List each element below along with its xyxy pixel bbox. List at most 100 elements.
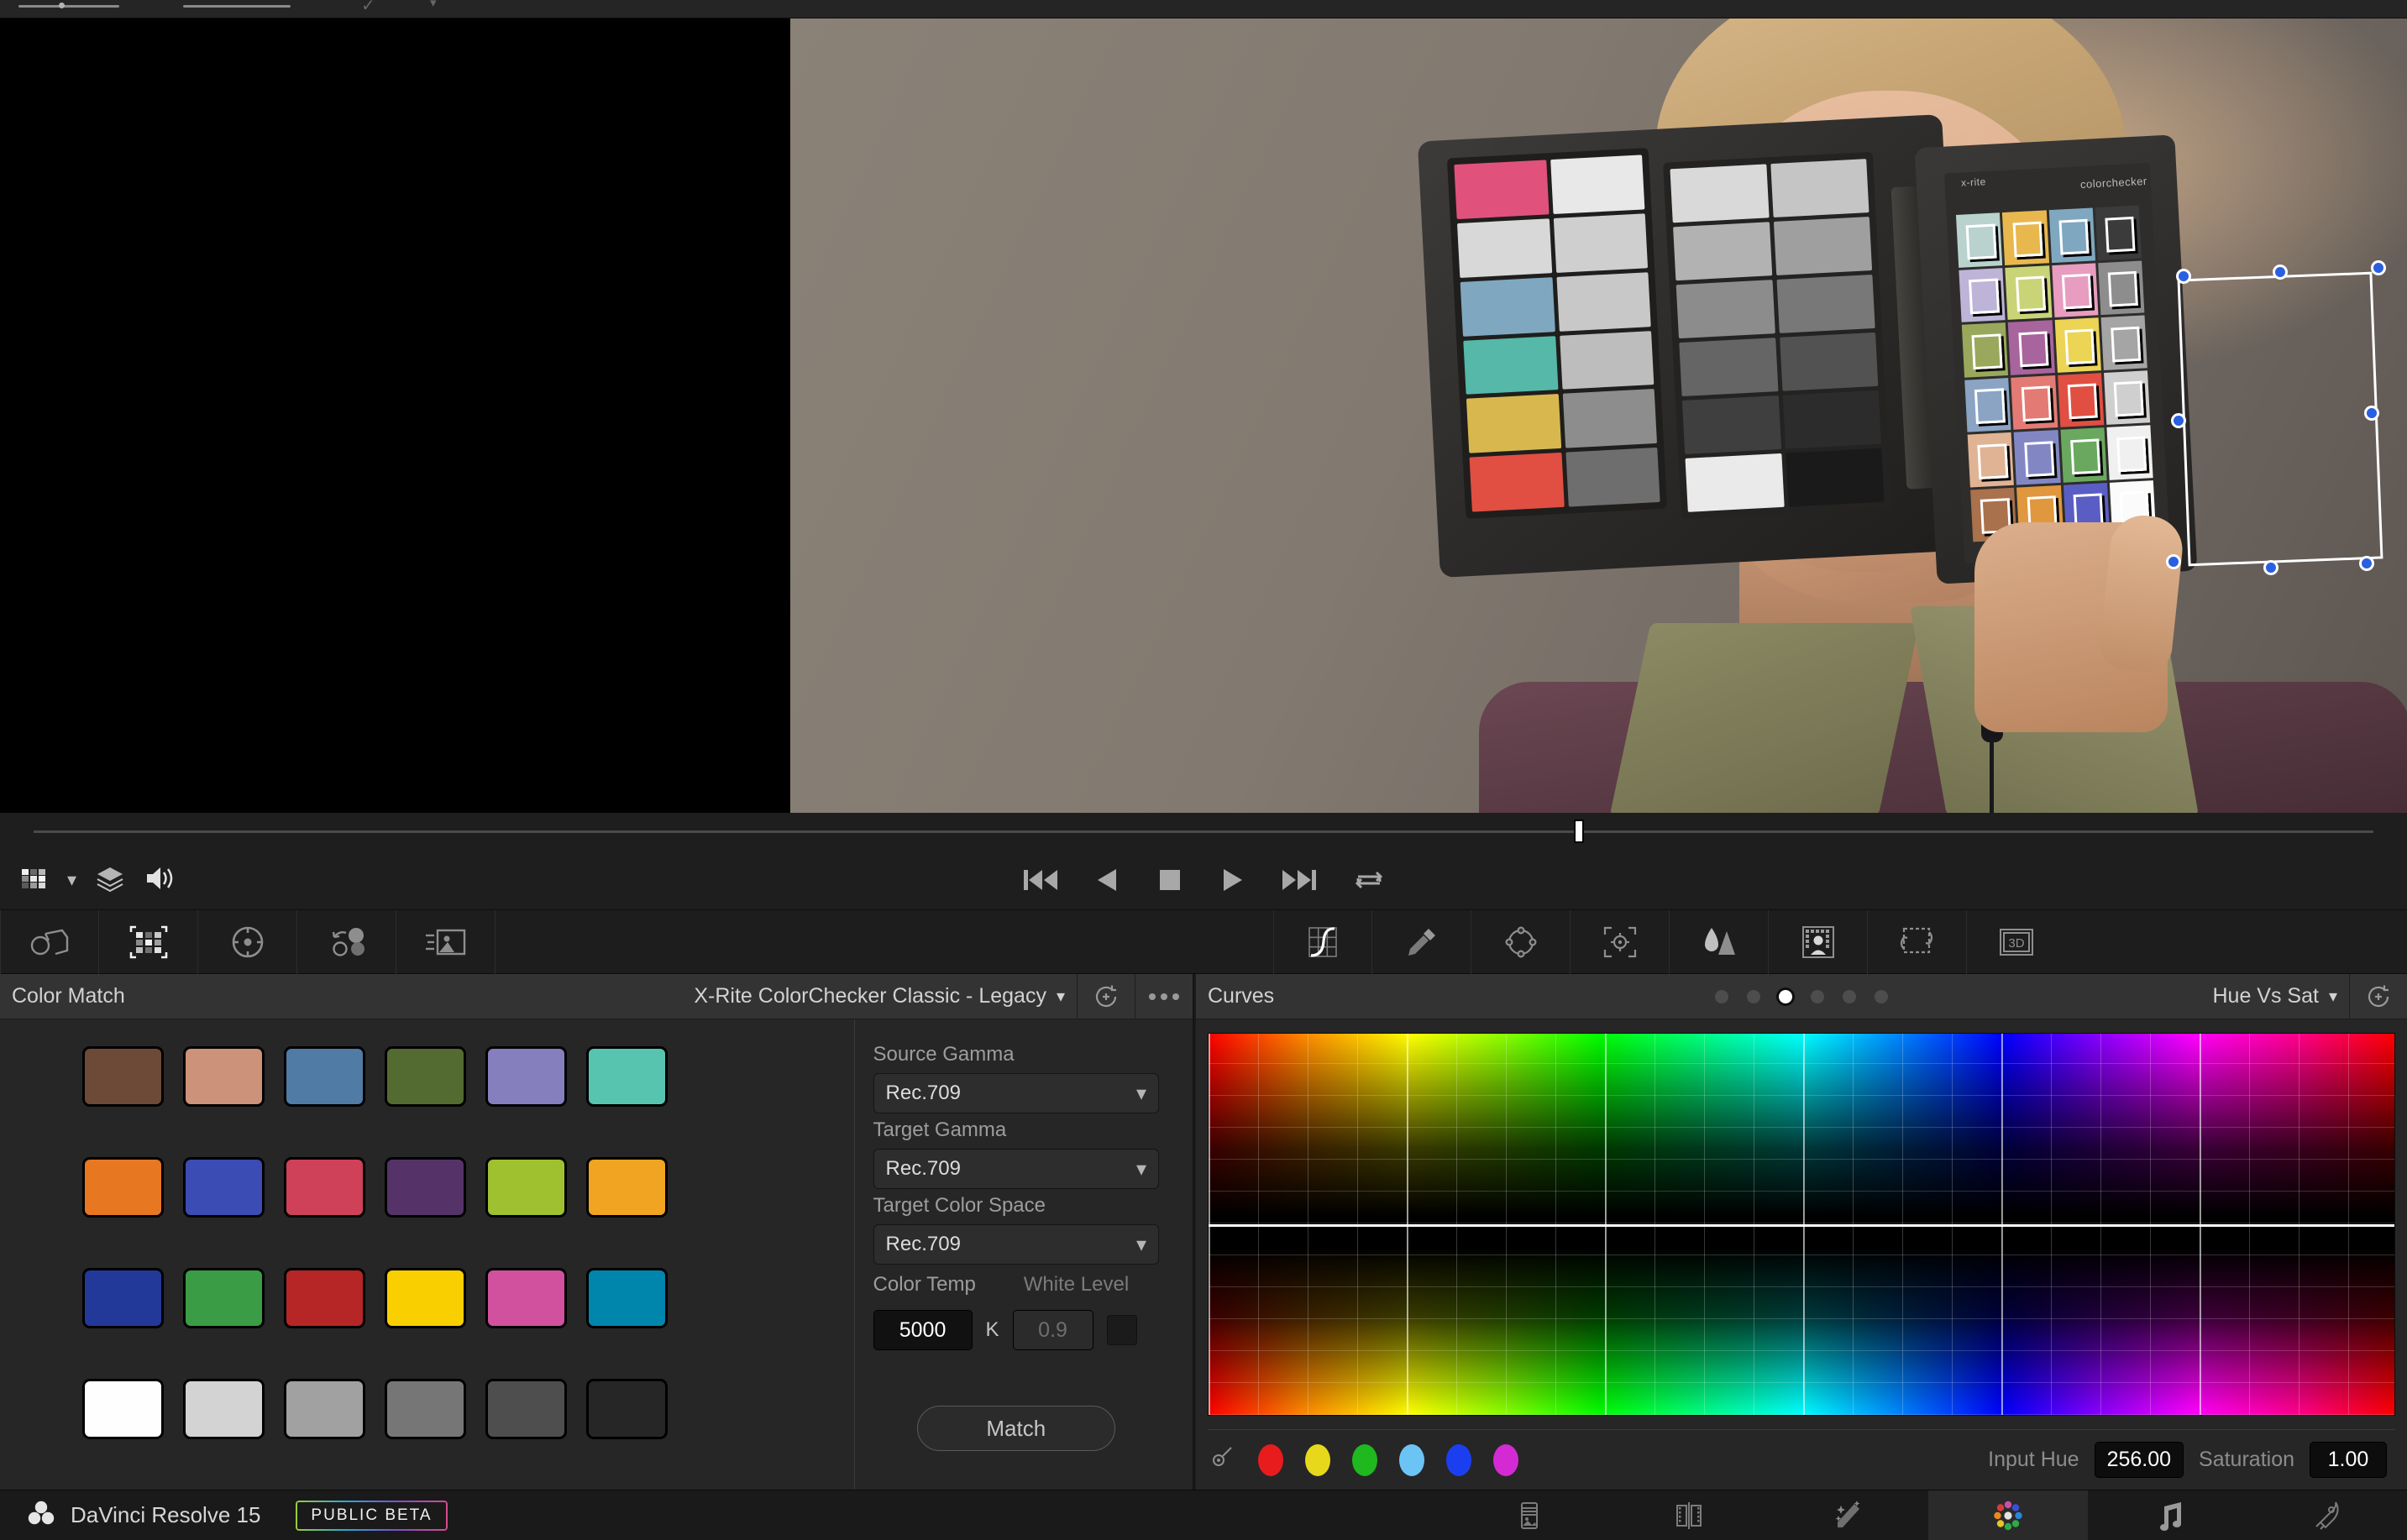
curve-page-dot[interactable] [1811, 989, 1824, 1003]
color-swatch[interactable] [586, 1379, 668, 1439]
checkmark-icon[interactable]: ✓ [361, 0, 375, 16]
hue-preset-dots[interactable] [1258, 1443, 1518, 1476]
top-slider-2[interactable] [183, 5, 291, 8]
hue-preset-dot[interactable] [1493, 1443, 1518, 1476]
color-swatch[interactable] [385, 1379, 466, 1439]
play-reverse-button[interactable] [1094, 867, 1121, 893]
target-colorspace-select[interactable]: Rec.709 ▾ [873, 1224, 1159, 1265]
chevron-icon[interactable]: ▾ [430, 0, 437, 10]
curve-page-dot[interactable] [1843, 989, 1856, 1003]
case-patch [1685, 453, 1785, 512]
hue-sat-curve-line[interactable] [1209, 1224, 2394, 1227]
color-swatch[interactable] [385, 1046, 466, 1107]
color-swatch[interactable] [586, 1046, 668, 1107]
source-gamma-select[interactable]: Rec.709 ▾ [873, 1073, 1159, 1113]
page-color[interactable] [1928, 1490, 2088, 1540]
selection-handle-tr[interactable] [2370, 259, 2387, 276]
more-options-icon[interactable] [1135, 974, 1193, 1019]
viewer-image[interactable]: x-rite colorchecker [790, 18, 2407, 813]
reset-icon[interactable] [2350, 974, 2407, 1019]
chart-selection-box[interactable] [2177, 271, 2383, 567]
color-swatch[interactable] [82, 1157, 164, 1218]
color-swatch[interactable] [485, 1268, 567, 1328]
page-media[interactable] [1450, 1490, 1609, 1540]
curve-page-dot[interactable] [1747, 989, 1760, 1003]
color-swatch[interactable] [82, 1379, 164, 1439]
stabilizer-button[interactable] [1868, 910, 1967, 974]
curve-page-dot[interactable] [1779, 989, 1792, 1003]
color-swatch[interactable] [82, 1046, 164, 1107]
input-hue-value[interactable]: 256.00 [2094, 1442, 2184, 1478]
viewer-scrubber[interactable] [0, 813, 2407, 850]
viewer[interactable]: x-rite colorchecker [0, 18, 2407, 813]
color-swatch[interactable] [183, 1046, 265, 1107]
color-swatch[interactable] [485, 1379, 567, 1439]
tracker-button[interactable] [1571, 910, 1670, 974]
hue-preset-dot[interactable] [1446, 1443, 1471, 1476]
panel-title: Color Match [12, 984, 125, 1008]
play-button[interactable] [1219, 867, 1245, 893]
curve-mode-dropdown[interactable]: Hue Vs Sat ▾ [2213, 984, 2350, 1008]
saturation-value[interactable]: 1.00 [2310, 1442, 2387, 1478]
page-edit[interactable] [1609, 1490, 1769, 1540]
threed-button[interactable]: 3D [1967, 910, 2066, 974]
color-wheels-button[interactable] [198, 910, 297, 974]
chart-preset-dropdown[interactable]: X-Rite ColorChecker Classic - Legacy ▾ [694, 984, 1077, 1008]
selection-handle-bc[interactable] [2263, 559, 2279, 576]
color-swatch[interactable] [284, 1046, 365, 1107]
selection-handle-br[interactable] [2358, 555, 2375, 572]
blur-button[interactable] [1670, 910, 1769, 974]
color-swatch[interactable] [385, 1157, 466, 1218]
skip-to-end-button[interactable] [1281, 867, 1318, 893]
loop-button[interactable] [1353, 867, 1385, 893]
chart-sample-square [1955, 212, 2003, 268]
curve-page-dot[interactable] [1715, 989, 1728, 1003]
hue-preset-dot[interactable] [1305, 1443, 1330, 1476]
color-temp-input[interactable]: 5000 [873, 1310, 973, 1350]
skip-to-start-button[interactable] [1022, 867, 1059, 893]
target-gamma-select[interactable]: Rec.709 ▾ [873, 1149, 1159, 1189]
color-swatch[interactable] [586, 1157, 668, 1218]
page-deliver[interactable] [2247, 1490, 2407, 1540]
color-swatch[interactable] [586, 1268, 668, 1328]
match-button[interactable]: Match [916, 1406, 1115, 1451]
color-swatch[interactable] [485, 1157, 567, 1218]
color-swatch[interactable] [284, 1379, 365, 1439]
playhead[interactable] [1574, 820, 1584, 843]
case-panel-left [1446, 148, 1668, 519]
chart-sample-square [2060, 427, 2107, 483]
hue-preset-dot[interactable] [1352, 1443, 1377, 1476]
power-window-button[interactable] [1471, 910, 1571, 974]
color-swatch[interactable] [82, 1268, 164, 1328]
color-swatch[interactable] [385, 1268, 466, 1328]
top-slider-1-knob[interactable] [59, 3, 65, 8]
magic-mask-button[interactable] [1769, 910, 1868, 974]
top-slider-1[interactable] [18, 5, 119, 8]
raw-image-button[interactable] [396, 910, 496, 974]
color-swatch-grid[interactable] [82, 1046, 854, 1439]
curve-page-dot[interactable] [1875, 989, 1888, 1003]
color-swatch[interactable] [485, 1046, 567, 1107]
color-swatch[interactable] [284, 1157, 365, 1218]
hue-preset-dot[interactable] [1399, 1443, 1424, 1476]
color-swatch[interactable] [183, 1379, 265, 1439]
page-fairlight[interactable] [2088, 1490, 2247, 1540]
white-level-checkbox[interactable] [1106, 1315, 1137, 1345]
color-swatch[interactable] [183, 1157, 265, 1218]
scrubber-track[interactable] [34, 830, 2373, 833]
color-swatch[interactable] [284, 1268, 365, 1328]
white-level-input[interactable]: 0.9 [1012, 1310, 1093, 1350]
reset-icon[interactable] [1078, 974, 1135, 1019]
qualifier-button[interactable] [1372, 910, 1471, 974]
color-match-button[interactable] [99, 910, 198, 974]
curves-button[interactable] [1273, 910, 1372, 974]
color-swatch[interactable] [183, 1268, 265, 1328]
page-fusion[interactable] [1769, 1490, 1928, 1540]
camera-raw-button[interactable] [0, 910, 99, 974]
curve-picker-icon[interactable] [1208, 1443, 1236, 1476]
hue-preset-dot[interactable] [1258, 1443, 1283, 1476]
primaries-bars-button[interactable] [297, 910, 396, 974]
hue-vs-sat-graph[interactable] [1208, 1033, 2395, 1416]
curve-page-indicator[interactable] [1715, 989, 1888, 1003]
stop-button[interactable] [1156, 867, 1183, 893]
